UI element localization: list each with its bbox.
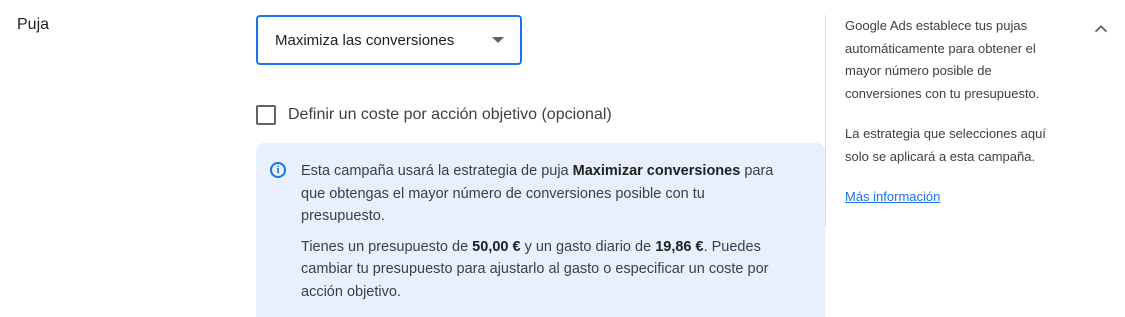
chevron-up-icon[interactable] bbox=[1090, 18, 1112, 40]
info-banner: i Esta campaña usará la estrategia de pu… bbox=[256, 143, 825, 317]
bid-strategy-dropdown[interactable]: Maximiza las conversiones bbox=[256, 15, 522, 65]
section-title: Puja bbox=[17, 16, 50, 33]
strategy-name: Maximizar conversiones bbox=[572, 163, 741, 179]
info-icon: i bbox=[270, 162, 286, 178]
budget-amount: 50,00 € bbox=[472, 238, 521, 255]
info-text: Esta campaña usará la estrategia de puja… bbox=[301, 160, 791, 311]
target-cpa-checkbox[interactable] bbox=[256, 105, 276, 125]
target-cpa-label: Definir un coste por acción objetivo (op… bbox=[288, 106, 612, 123]
target-cpa-option[interactable]: Definir un coste por acción objetivo (op… bbox=[256, 105, 612, 125]
daily-spend-amount: 19,86 € bbox=[655, 238, 704, 255]
help-divider bbox=[825, 15, 826, 226]
help-panel: Google Ads establece tus pujas automátic… bbox=[845, 15, 1065, 209]
bidding-section: Puja Maximiza las conversiones Definir u… bbox=[0, 0, 1125, 317]
bid-strategy-value: Maximiza las conversiones bbox=[275, 31, 455, 49]
help-text-scope: La estrategia que selecciones aquí solo … bbox=[845, 126, 1046, 164]
info-paragraph-budget: Tienes un presupuesto de 50,00 € y un ga… bbox=[301, 238, 769, 300]
caret-down-icon bbox=[492, 37, 504, 43]
info-paragraph-strategy: Esta campaña usará la estrategia de puja… bbox=[301, 163, 774, 224]
learn-more-link[interactable]: Más información bbox=[845, 189, 940, 204]
help-text-auto-bidding: Google Ads establece tus pujas automátic… bbox=[845, 18, 1040, 101]
